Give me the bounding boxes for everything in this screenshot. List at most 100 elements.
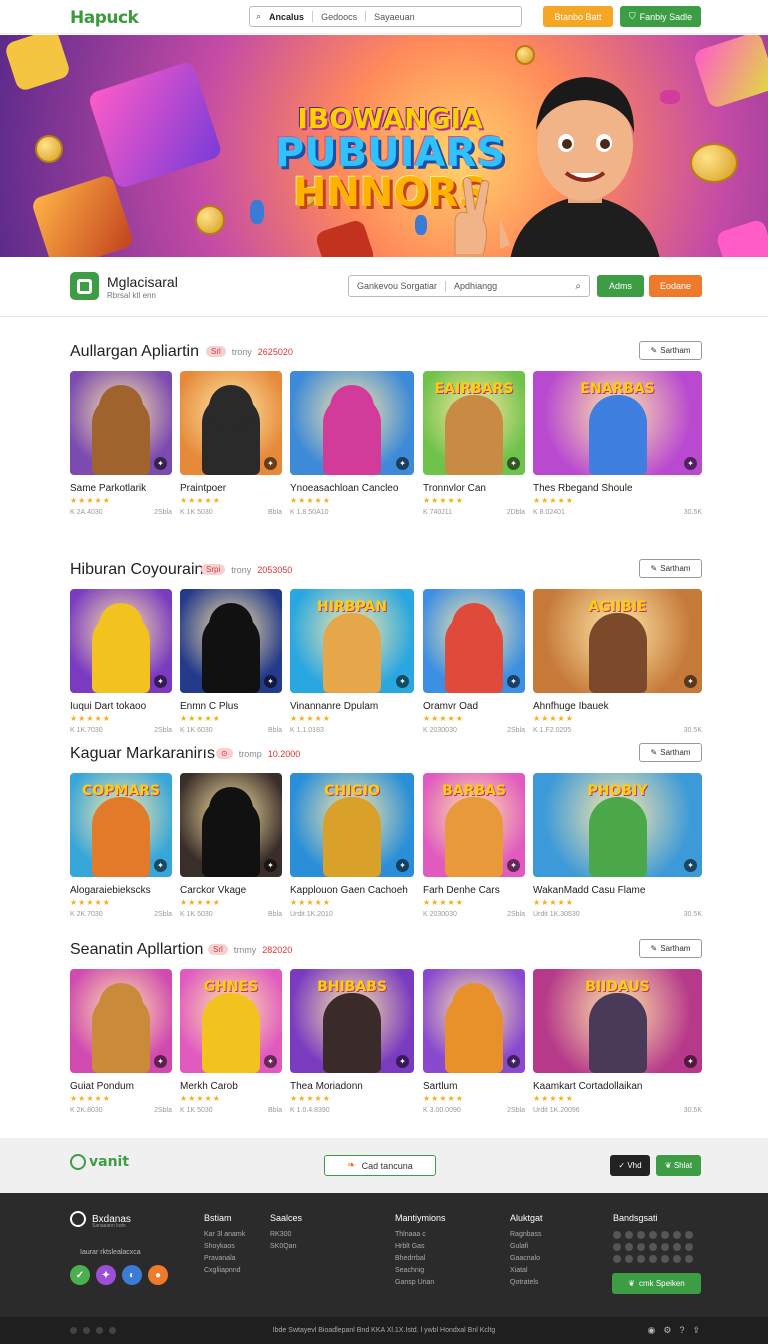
hero-banner[interactable]: IBOWANGIA PUBUIARS HNNORS — [0, 35, 768, 257]
app-card[interactable]: ✦ Sartlum ★★★★★ K 3.00.0090 2Sbla — [423, 969, 525, 1114]
app-name[interactable]: Alogaraiebiekscks — [70, 885, 172, 896]
top-orange-button[interactable]: Btanbo Batt — [543, 6, 613, 27]
app-card[interactable]: ✦ Enmn C Plus ★★★★★ K 1K 6030 Bbla — [180, 589, 282, 734]
app-name[interactable]: Kaamkart Cortadollaikan — [533, 1081, 702, 1092]
footer-dot-icon[interactable] — [637, 1231, 645, 1239]
app-card[interactable]: HIRBPAN ✦ Vinannanre Dpulam ★★★★★ K 1.1.0183 — [290, 589, 414, 734]
app-name[interactable]: Farh Denhe Cars — [423, 885, 525, 896]
footer-dot-icon[interactable] — [613, 1243, 621, 1251]
footer-dot-icon[interactable] — [625, 1231, 633, 1239]
app-card[interactable]: EAIRBARS ✦ Tronnvlor Can ★★★★★ K 740J11 2Dbla — [423, 371, 525, 516]
app-thumbnail[interactable]: ✦ — [180, 589, 282, 693]
app-card[interactable]: ✦ Same Parkotlarik ★★★★★ K 2A.4030 2Sbla — [70, 371, 172, 516]
app-card[interactable]: CHIGIO ✦ Kapplouon Gaen Cachoeh ★★★★★ Urdit … — [290, 773, 414, 918]
app-name[interactable]: Ynoeasachloan Cancleo — [290, 483, 414, 494]
footer-dot-icon[interactable] — [673, 1243, 681, 1251]
footer-link[interactable]: Gulafi — [510, 1243, 543, 1250]
search-segment-1[interactable]: Ancalus — [269, 12, 304, 22]
footer-link[interactable]: Shoykaos — [204, 1243, 245, 1250]
globe-icon[interactable]: ◉ — [648, 1325, 656, 1336]
footer-dot-icon[interactable] — [685, 1243, 693, 1251]
app-thumbnail[interactable]: ✦ — [180, 773, 282, 877]
share-icon[interactable]: ⇪ — [692, 1325, 700, 1336]
top-green-button[interactable]: ⛉ Fanbiy Sadle — [620, 6, 701, 27]
app-card[interactable]: BHIBABS ✦ Thea Moriadonn ★★★★★ K 1.0.4.8390 — [290, 969, 414, 1114]
app-name[interactable]: WakanMadd Casu Flame — [533, 885, 702, 896]
app-name[interactable]: Praintpoer — [180, 483, 282, 494]
app-thumbnail[interactable]: ✦ — [423, 589, 525, 693]
app-name[interactable]: Guiat Pondum — [70, 1081, 172, 1092]
app-card[interactable]: ✦ Guiat Pondum ★★★★★ K 2K.8030 2Sbla — [70, 969, 172, 1114]
settings-icon[interactable]: ⚙ — [663, 1325, 671, 1336]
band-center-button[interactable]: ❧ Cad tancuna — [324, 1155, 436, 1176]
app-card[interactable]: ✦ Iuqui Dart tokaoo ★★★★★ K 1K.7030 2Sbla — [70, 589, 172, 734]
band-green-button[interactable]: ❦ Shlat — [656, 1155, 701, 1176]
app-card[interactable]: BIIDAUS ✦ Kaamkart Cortadollaikan ★★★★★ Urdi… — [533, 969, 702, 1114]
app-card[interactable]: ✦ Carckor Vkage ★★★★★ K 1K 5030 Bbla — [180, 773, 282, 918]
footer-link[interactable]: Hrblt Gas — [395, 1243, 446, 1250]
footer-green-button[interactable]: ❦ cmk Speiken — [612, 1273, 701, 1294]
section-see-all-button[interactable]: ✎ Sartham — [639, 743, 702, 762]
app-thumbnail[interactable]: PHOBIY ✦ — [533, 773, 702, 877]
footer-dot-icon[interactable] — [613, 1255, 621, 1263]
sub-green-button[interactable]: Adms — [597, 275, 644, 297]
footer-link[interactable]: Thlnaaa c — [395, 1231, 446, 1238]
app-thumbnail[interactable]: CHIGIO ✦ — [290, 773, 414, 877]
footer-dot-icon[interactable] — [637, 1255, 645, 1263]
social-icon-1[interactable]: ✓ — [70, 1265, 90, 1285]
app-name[interactable]: Kapplouon Gaen Cachoeh — [290, 885, 414, 896]
section-see-all-button[interactable]: ✎ Sartham — [639, 559, 702, 578]
site-logo[interactable]: Hapuck — [70, 8, 139, 28]
footer-dot-icon[interactable] — [649, 1255, 657, 1263]
sub-search-bar[interactable]: Gankevou Sorgatiar Apdhiangg ⌕ — [348, 275, 590, 297]
social-icon-4[interactable]: ● — [148, 1265, 168, 1285]
app-thumbnail[interactable]: AGIIBIE ✦ — [533, 589, 702, 693]
footer-link[interactable]: Xiatal — [510, 1267, 543, 1274]
app-name[interactable]: Merkh Carob — [180, 1081, 282, 1092]
footer-link[interactable]: Gansp Urian — [395, 1279, 446, 1286]
social-icon-3[interactable]: ◐ — [122, 1265, 142, 1285]
app-name[interactable]: Oramvr Oad — [423, 701, 525, 712]
app-thumbnail[interactable]: ✦ — [70, 371, 172, 475]
app-thumbnail[interactable]: BARBAS ✦ — [423, 773, 525, 877]
search-segment-3[interactable]: Sayaeuan — [374, 12, 415, 22]
app-card[interactable]: ✦ Praintpoer ★★★★★ K 1K 5030 Bbla — [180, 371, 282, 516]
app-name[interactable]: Iuqui Dart tokaoo — [70, 701, 172, 712]
app-name[interactable]: Tronnvlor Can — [423, 483, 525, 494]
footer-dot-icon[interactable] — [661, 1231, 669, 1239]
footer-brand[interactable]: Bxdanas Sanaaann kotn — [70, 1211, 131, 1229]
app-name[interactable]: Same Parkotlarik — [70, 483, 172, 494]
app-thumbnail[interactable]: GHNES ✦ — [180, 969, 282, 1073]
app-card[interactable]: ENARBAS ✦ Thes Rbegand Shoule ★★★★★ K 8.0240… — [533, 371, 702, 516]
app-thumbnail[interactable]: ENARBAS ✦ — [533, 371, 702, 475]
search-icon[interactable]: ⌕ — [575, 281, 581, 292]
footer-dot-icon[interactable] — [649, 1231, 657, 1239]
search-segment-2[interactable]: Gedoocs — [321, 12, 357, 22]
app-name[interactable]: Carckor Vkage — [180, 885, 282, 896]
footer-dot-icon[interactable] — [613, 1231, 621, 1239]
social-icon-2[interactable]: ✦ — [96, 1265, 116, 1285]
footer-dot-icon[interactable] — [685, 1255, 693, 1263]
top-search-bar[interactable]: ⌕ Ancalus Gedoocs Sayaeuan — [249, 6, 522, 27]
footer-link[interactable]: SK0Qan — [270, 1243, 302, 1250]
app-thumbnail[interactable]: BIIDAUS ✦ — [533, 969, 702, 1073]
band-logo[interactable]: vanit — [70, 1154, 129, 1170]
footer-dot-icon[interactable] — [673, 1231, 681, 1239]
app-name[interactable]: Enmn C Plus — [180, 701, 282, 712]
footer-link[interactable]: Ragnbass — [510, 1231, 543, 1238]
footer-link[interactable]: Bhedrrbal — [395, 1255, 446, 1262]
footer-dot-icon[interactable] — [625, 1255, 633, 1263]
app-card[interactable]: ✦ Oramvr Oad ★★★★★ K 2030030 2Sbla — [423, 589, 525, 734]
app-brand-icon[interactable] — [70, 272, 99, 300]
app-name[interactable]: Thea Moriadonn — [290, 1081, 414, 1092]
footer-link[interactable]: Pravanala — [204, 1255, 245, 1262]
footer-dot-icon[interactable] — [637, 1243, 645, 1251]
app-thumbnail[interactable]: ✦ — [70, 969, 172, 1073]
footer-dot-icon[interactable] — [625, 1243, 633, 1251]
band-dark-button[interactable]: ✓ Vhd — [610, 1155, 650, 1176]
app-card[interactable]: GHNES ✦ Merkh Carob ★★★★★ K 1K 5030 Bbla — [180, 969, 282, 1114]
app-thumbnail[interactable]: ✦ — [423, 969, 525, 1073]
app-name[interactable]: Ahnfhuge Ibauek — [533, 701, 702, 712]
section-see-all-button[interactable]: ✎ Sartham — [639, 341, 702, 360]
app-card[interactable]: AGIIBIE ✦ Ahnfhuge Ibauek ★★★★★ K 1.F2.0205 3… — [533, 589, 702, 734]
